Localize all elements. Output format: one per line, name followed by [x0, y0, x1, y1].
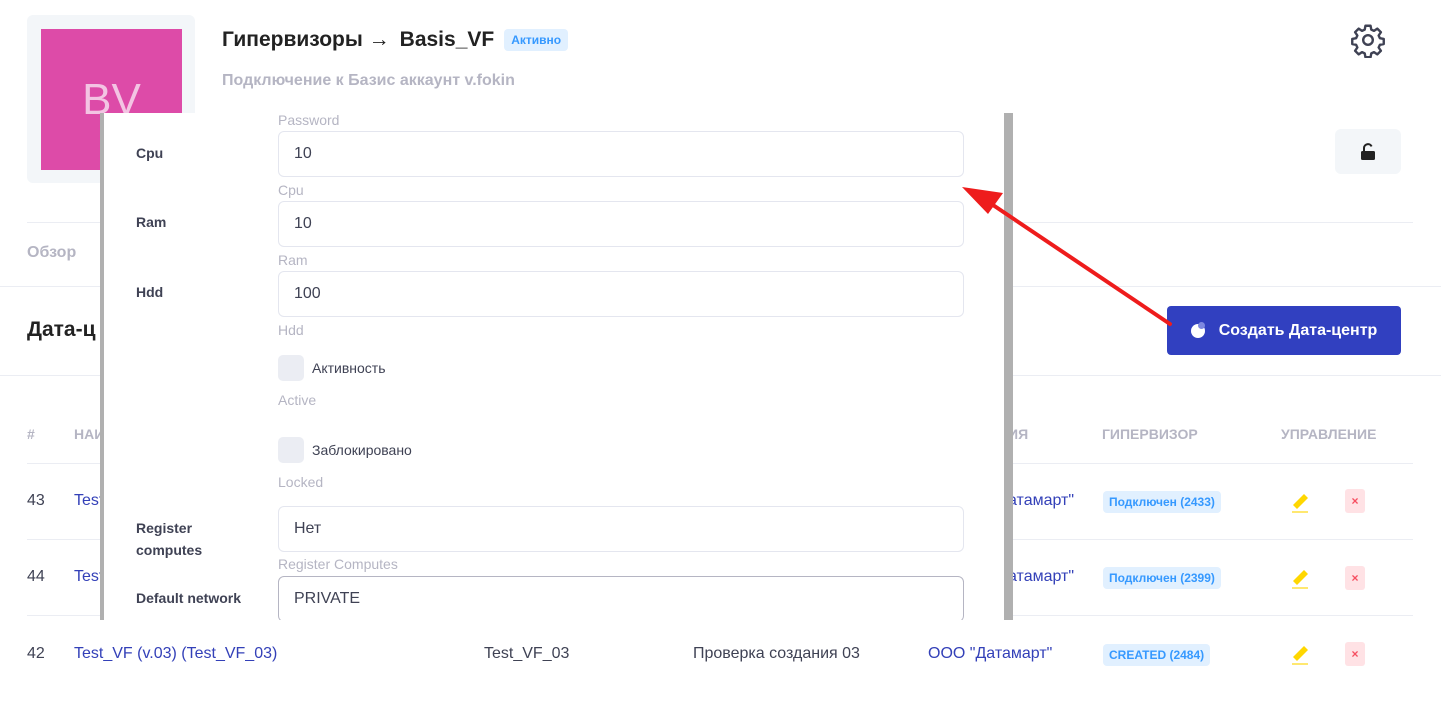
annotation-arrow [962, 187, 1172, 326]
